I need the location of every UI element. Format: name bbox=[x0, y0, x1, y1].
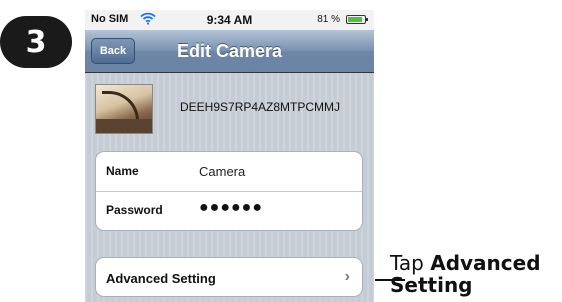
page-title: Edit Camera bbox=[176, 41, 283, 61]
battery-icon bbox=[346, 15, 368, 24]
password-label: Password bbox=[106, 203, 163, 217]
name-field[interactable]: Camera bbox=[199, 164, 245, 179]
floor-image-detail bbox=[96, 119, 152, 133]
camera-id: DEEH9S7RP4AZ8MTPCMMJ bbox=[180, 100, 341, 114]
chevron-right-icon: › bbox=[344, 268, 350, 285]
camera-fields-group: Name Camera Password ●●●●●● bbox=[95, 151, 363, 231]
camera-thumbnail bbox=[95, 84, 153, 134]
status-bar: No SIM 9:34 AM 81 % bbox=[85, 10, 374, 30]
battery-percentage: 81 % bbox=[317, 14, 340, 25]
password-field[interactable]: ●●●●●● bbox=[199, 199, 263, 217]
step-number-badge: 3 bbox=[0, 16, 72, 68]
password-row[interactable]: Password ●●●●●● bbox=[96, 191, 362, 230]
phone-screen: No SIM 9:34 AM 81 % Back Edit Camera DEE… bbox=[85, 10, 374, 302]
callout-instruction: Tap Advanced Setting bbox=[390, 252, 562, 296]
advanced-setting-button[interactable]: Advanced Setting › bbox=[95, 257, 363, 297]
name-row[interactable]: Name Camera bbox=[96, 152, 362, 192]
navigation-bar: Back Edit Camera bbox=[85, 30, 374, 73]
callout-prefix: Tap bbox=[390, 251, 431, 275]
advanced-setting-label: Advanced Setting bbox=[106, 271, 216, 286]
name-label: Name bbox=[106, 164, 139, 178]
